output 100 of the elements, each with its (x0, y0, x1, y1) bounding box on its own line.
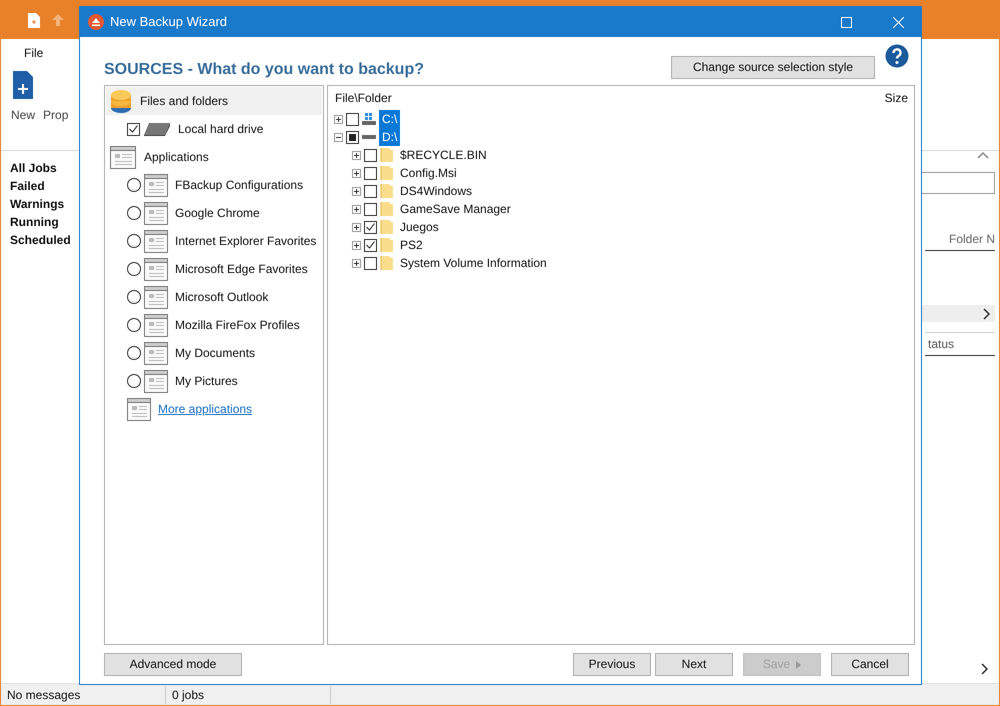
application-icon (144, 173, 168, 197)
more-applications-link[interactable]: More applications (158, 400, 252, 418)
checkbox[interactable] (346, 130, 359, 144)
checkbox[interactable] (364, 238, 377, 252)
source-label[interactable]: Internet Explorer Favorites (175, 232, 316, 250)
tree-item-label[interactable]: $RECYCLE.BIN (397, 146, 490, 164)
checkbox[interactable] (127, 122, 140, 136)
nav-item[interactable]: All Jobs (10, 159, 79, 177)
tree-item-label[interactable]: C:\ (379, 110, 400, 128)
nav-item[interactable]: Failed (10, 177, 79, 195)
application-icon (127, 397, 151, 421)
checkbox[interactable] (364, 166, 377, 180)
chevron-right-icon[interactable] (981, 663, 989, 675)
folder-icon (380, 183, 394, 199)
radio-button[interactable] (127, 318, 141, 332)
radio-button[interactable] (127, 206, 141, 220)
wizard-heading: SOURCES - What do you want to backup? (104, 60, 424, 79)
document-icon[interactable] (27, 12, 41, 28)
check-icon (366, 223, 375, 231)
expand-icon[interactable] (352, 222, 361, 232)
tree-item-label[interactable]: DS4Windows (397, 182, 476, 200)
column-header[interactable]: Folder N (925, 230, 995, 251)
application-icon (110, 145, 136, 169)
tree-item-label[interactable]: Config.Msi (397, 164, 460, 182)
wizard-button[interactable]: Next (655, 653, 733, 676)
folder-icon (380, 237, 394, 253)
application-icon (144, 285, 168, 309)
application-icon (144, 201, 168, 225)
close-icon[interactable] (892, 16, 904, 28)
column-header[interactable]: File\Folder (335, 89, 392, 107)
source-label[interactable]: Microsoft Edge Favorites (175, 260, 308, 278)
checkbox[interactable] (364, 256, 377, 270)
column-header[interactable]: Size (884, 89, 908, 107)
application-icon (144, 257, 168, 281)
folder-icon (380, 147, 394, 163)
maximize-icon[interactable] (840, 16, 852, 28)
source-label[interactable]: My Documents (175, 344, 256, 362)
expand-icon[interactable] (352, 258, 361, 268)
new-document-icon (12, 70, 34, 100)
hard-drive-icon (143, 122, 171, 136)
tree-item-label[interactable]: PS2 (397, 236, 426, 254)
checkbox[interactable] (364, 220, 377, 234)
drive-icon (362, 113, 376, 125)
source-label[interactable]: Microsoft Outlook (175, 288, 268, 306)
source-group[interactable]: Applications (106, 143, 322, 171)
folder-icon (380, 201, 394, 217)
expand-icon[interactable] (352, 168, 361, 178)
application-icon (144, 313, 168, 337)
source-label[interactable]: Mozilla FireFox Profiles (175, 316, 300, 334)
database-icon (110, 88, 132, 114)
radio-button[interactable] (127, 234, 141, 248)
collapse-icon[interactable] (334, 132, 343, 142)
tree-item-label[interactable]: Juegos (397, 218, 442, 236)
source-label[interactable]: FBackup Configurations (175, 176, 304, 194)
folder-icon (380, 255, 394, 271)
radio-button[interactable] (127, 374, 141, 388)
wizard-button[interactable]: Cancel (831, 653, 909, 676)
checkbox[interactable] (364, 184, 377, 198)
expand-icon[interactable] (352, 240, 361, 250)
tree-item-label[interactable]: D:\ (379, 128, 400, 146)
nav-item[interactable]: Warnings (10, 195, 79, 213)
chevron-up-icon[interactable] (977, 151, 989, 159)
radio-button[interactable] (127, 178, 141, 192)
advanced-mode-button[interactable]: Advanced mode (104, 653, 242, 676)
change-style-button[interactable]: Change source selection style (671, 56, 875, 79)
ribbon-button[interactable]: Prop (43, 70, 68, 146)
expand-icon[interactable] (352, 186, 361, 196)
folder-icon (380, 165, 394, 181)
window-title: New Backup Wizard (110, 13, 228, 32)
app-logo-icon (88, 14, 104, 30)
tree-item-label[interactable]: System Volume Information (397, 254, 550, 272)
expand-icon[interactable] (352, 150, 361, 160)
radio-button[interactable] (127, 346, 141, 360)
wizard-button[interactable]: Previous (573, 653, 651, 676)
ribbon-button[interactable]: New (11, 70, 36, 146)
application-icon (144, 369, 168, 393)
help-icon[interactable] (885, 44, 909, 68)
check-icon (129, 125, 138, 133)
source-label: Local hard drive (178, 121, 264, 138)
source-group[interactable]: Files and folders (106, 87, 322, 115)
source-label[interactable]: My Pictures (175, 372, 238, 390)
column-header[interactable]: tatus (925, 332, 995, 356)
expand-icon[interactable] (352, 204, 361, 214)
checkbox[interactable] (364, 148, 377, 162)
check-icon (366, 241, 375, 249)
nav-item[interactable]: Running (10, 213, 79, 231)
folder-icon (380, 219, 394, 235)
tree-item-label[interactable]: GameSave Manager (397, 200, 514, 218)
checkbox[interactable] (346, 112, 359, 126)
source-label[interactable]: Google Chrome (175, 204, 260, 222)
menu-item[interactable]: File (24, 44, 44, 62)
application-icon (144, 229, 168, 253)
checkbox[interactable] (364, 202, 377, 216)
expand-icon[interactable] (334, 114, 343, 124)
chevron-right-icon[interactable] (983, 308, 991, 320)
drive-icon (362, 135, 376, 139)
nav-item[interactable]: Scheduled (10, 231, 79, 249)
radio-button[interactable] (127, 290, 141, 304)
application-icon (144, 341, 168, 365)
radio-button[interactable] (127, 262, 141, 276)
